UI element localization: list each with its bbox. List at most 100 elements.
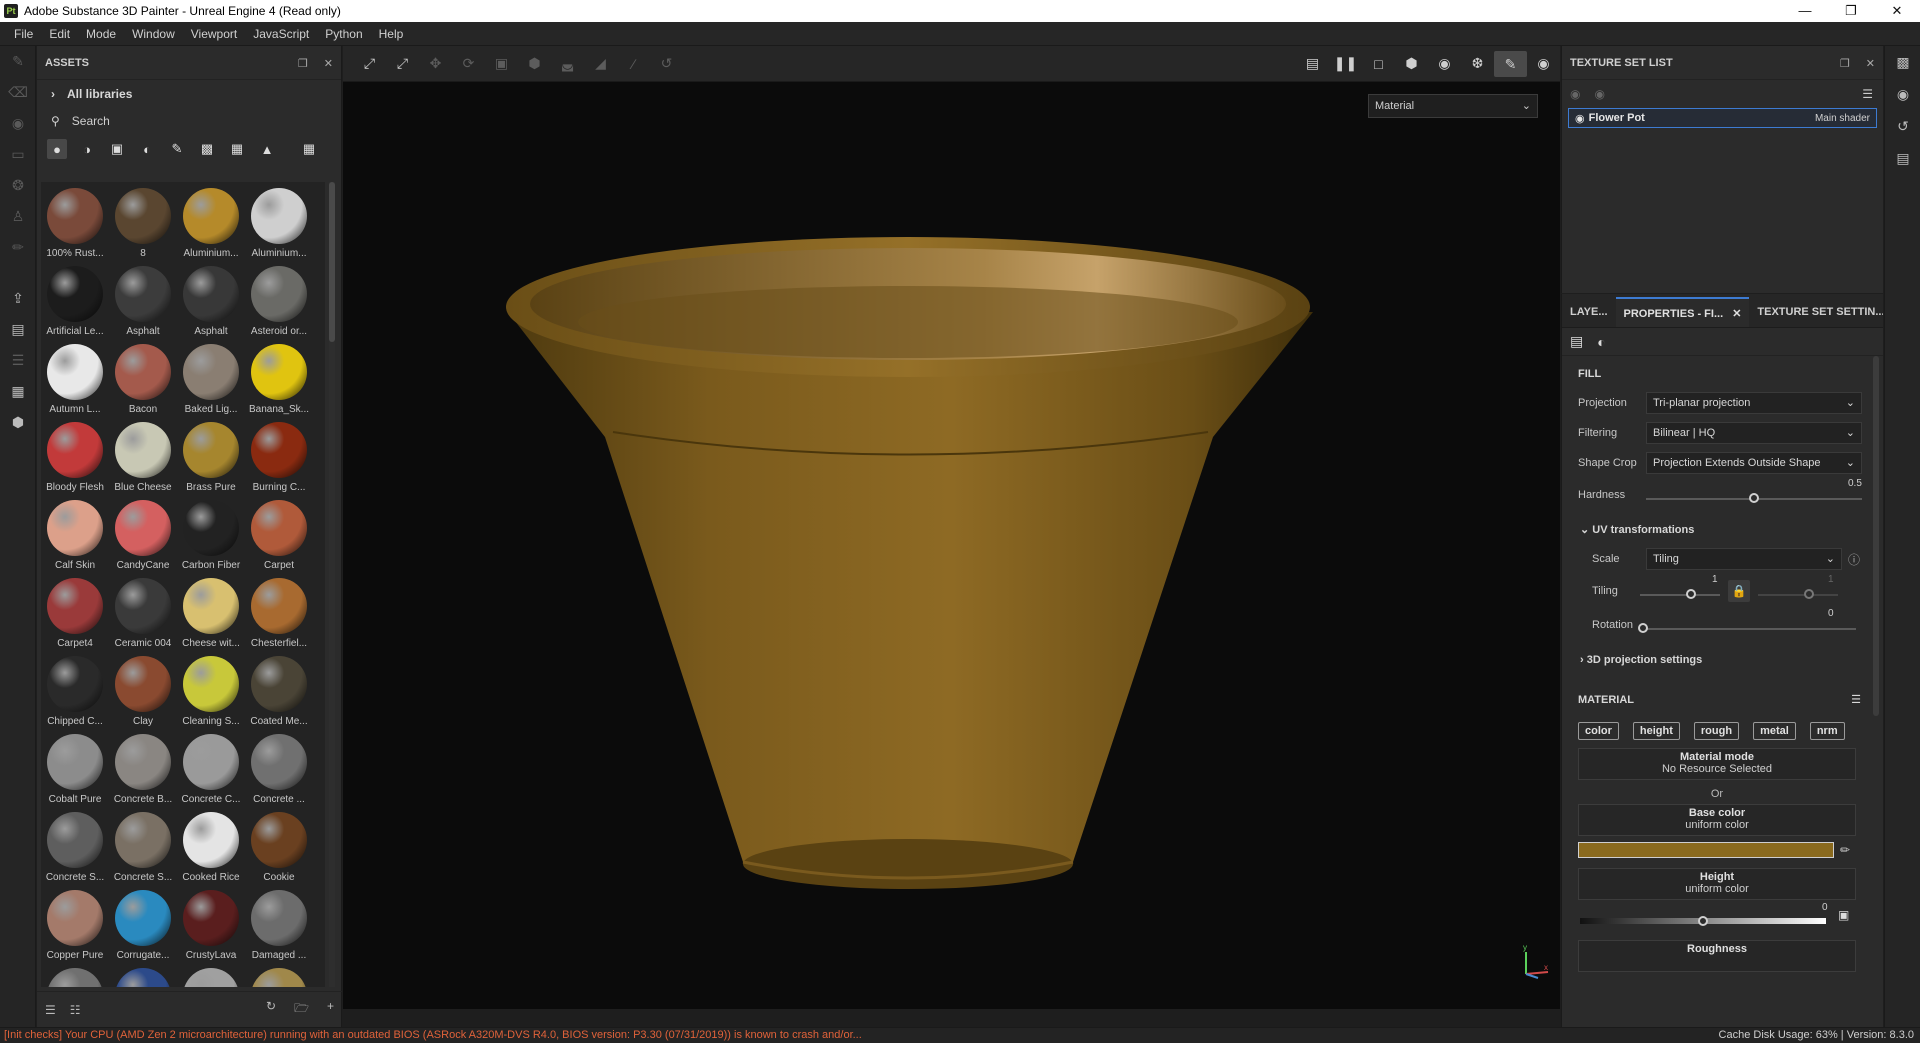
layers-icon[interactable]: ☰ [0, 345, 36, 376]
menu-mode[interactable]: Mode [86, 27, 116, 41]
asset-tile[interactable]: Autumn L... [41, 338, 109, 416]
status-message[interactable]: [Init checks] Your CPU (AMD Zen 2 microa… [4, 1029, 862, 1041]
alphas-filter-icon[interactable]: ▦ [227, 139, 247, 159]
tab-layers[interactable]: LAYE... [1562, 297, 1616, 327]
camera-icon[interactable]: ◉ [1428, 55, 1461, 72]
shape-crop-select[interactable]: Projection Extends Outside Shape ⌄ [1646, 452, 1862, 474]
asset-tile[interactable]: Carbon Fiber [177, 494, 245, 572]
channel-color[interactable]: color [1578, 722, 1619, 740]
library-selector[interactable]: › All libraries [37, 80, 341, 108]
asset-tile[interactable]: Baked Lig... [177, 338, 245, 416]
tiling-slider[interactable] [1640, 594, 1720, 596]
asset-tile[interactable]: Chipped C... [41, 650, 109, 728]
generators-filter-icon[interactable]: ◐ [137, 139, 157, 159]
tab-texture-set-settings[interactable]: TEXTURE SET SETTIN... [1749, 297, 1883, 327]
base-color-slot[interactable]: Base color uniform color [1578, 804, 1856, 836]
filtering-select[interactable]: Bilinear | HQ ⌄ [1646, 422, 1862, 444]
eye-hidden-icon[interactable]: ◉ [1570, 87, 1580, 101]
folder-icon[interactable]: 🗁 [294, 999, 309, 1020]
history-icon[interactable]: ↺ [1885, 110, 1920, 142]
asset-tile[interactable]: Chesterfiel... [245, 572, 313, 650]
visibility-icon[interactable]: ◉ [1575, 112, 1585, 125]
smart-materials-filter-icon[interactable]: ◑ [77, 139, 97, 159]
tab-properties[interactable]: PROPERTIES - FI... ✕ [1615, 297, 1750, 327]
asset-tile[interactable]: Blue Cheese [109, 416, 177, 494]
restore-icon[interactable]: ❐ [1828, 0, 1874, 22]
minimize-icon[interactable]: — [1782, 0, 1828, 22]
hardness-knob[interactable] [1749, 493, 1759, 503]
symmetry-icon[interactable]: ∕ [617, 56, 650, 72]
color-picker-tool-icon[interactable]: ✏ [0, 232, 36, 263]
asset-tile[interactable] [41, 962, 109, 987]
properties-scrollbar[interactable] [1873, 356, 1879, 716]
base-color-swatch[interactable] [1578, 842, 1834, 858]
eye-icon[interactable]: ◉ [1594, 87, 1604, 101]
smudge-tool-icon[interactable]: ❂ [0, 170, 36, 201]
rotate-icon[interactable]: ⟳ [452, 55, 485, 72]
material-properties-icon[interactable]: ◐ [1597, 334, 1605, 350]
asset-tile[interactable]: Cobalt Pure [41, 728, 109, 806]
eraser-tool-icon[interactable]: ⌫ [0, 77, 36, 108]
asset-tile[interactable]: Carpet4 [41, 572, 109, 650]
grid-view-icon[interactable]: ▦ [299, 139, 319, 159]
log-icon[interactable]: ▤ [1885, 142, 1920, 174]
texture-set-item[interactable]: ◉ Flower Pot Main shader [1568, 108, 1877, 128]
screenshot-icon[interactable]: ◉ [1527, 55, 1560, 72]
asset-tile[interactable]: Brass Pure [177, 416, 245, 494]
asset-tile[interactable]: 100% Rust... [41, 182, 109, 260]
object-icon[interactable]: ⬢ [518, 55, 551, 72]
asset-tile[interactable] [109, 962, 177, 987]
scale-select[interactable]: Tiling ⌄ [1646, 548, 1842, 570]
textures-filter-icon[interactable]: ▩ [197, 139, 217, 159]
asset-tile[interactable]: Concrete S... [109, 806, 177, 884]
menu-python[interactable]: Python [325, 27, 362, 41]
asset-tile[interactable]: Concrete B... [109, 728, 177, 806]
reset-icon[interactable]: ↺ [650, 55, 683, 72]
menu-window[interactable]: Window [132, 27, 175, 41]
asset-tile[interactable]: Cheese wit... [177, 572, 245, 650]
menu-help[interactable]: Help [379, 27, 404, 41]
brushes-filter-icon[interactable]: ✎ [167, 139, 187, 159]
mirror-x-icon[interactable]: ◛ [551, 55, 584, 72]
cube-icon[interactable]: ⬢ [0, 407, 36, 438]
materials-filter-icon[interactable]: ● [47, 139, 67, 159]
assets-scrollbar[interactable] [329, 182, 335, 987]
eyedropper-icon[interactable]: ✏ [1840, 843, 1850, 857]
projection-tool-icon[interactable]: ◉ [0, 108, 36, 139]
asset-tile[interactable]: Aluminium... [177, 182, 245, 260]
asset-tile[interactable]: Calf Skin [41, 494, 109, 572]
channel-metal[interactable]: metal [1753, 722, 1796, 740]
asset-tile[interactable]: Asphalt [109, 260, 177, 338]
move-icon[interactable]: ✥ [419, 55, 452, 72]
asset-tile[interactable]: Copper Pure [41, 884, 109, 962]
mirror-y-icon[interactable]: ◢ [584, 55, 617, 72]
channel-rough[interactable]: rough [1693, 722, 1740, 740]
asset-tile[interactable]: Burning C... [245, 416, 313, 494]
rotation-slider[interactable] [1640, 628, 1856, 630]
paint-brush-tool-icon[interactable]: ✎ [0, 46, 36, 77]
tiling-knob-2[interactable] [1804, 589, 1814, 599]
view-3d-icon[interactable]: ⬢ [1395, 55, 1428, 72]
close-icon[interactable]: ✕ [1874, 0, 1920, 22]
brush-presets-icon[interactable]: ❆ [1461, 55, 1494, 72]
close-tab-icon[interactable]: ✕ [1732, 308, 1741, 320]
undock-icon[interactable]: ❐ [1840, 57, 1850, 70]
channel-height[interactable]: height [1632, 722, 1680, 740]
fill-properties-icon[interactable]: ▤ [1570, 333, 1583, 350]
asset-tile[interactable]: Artificial Le... [41, 260, 109, 338]
height-slot[interactable]: Height uniform color [1578, 868, 1856, 900]
export-icon[interactable]: ⇪ [0, 283, 36, 314]
asset-tile[interactable]: Carpet [245, 494, 313, 572]
asset-tile[interactable]: Corrugate... [109, 884, 177, 962]
menu-viewport[interactable]: Viewport [191, 27, 237, 41]
menu-javascript[interactable]: JavaScript [253, 27, 309, 41]
reset-height-icon[interactable]: ▣ [1838, 908, 1849, 922]
paint-mode-icon[interactable]: ✎ [1494, 50, 1527, 77]
channel-nrm[interactable]: nrm [1809, 722, 1845, 740]
clone-tool-icon[interactable]: ♙ [0, 201, 36, 232]
projection-select[interactable]: Tri-planar projection ⌄ [1646, 392, 1862, 414]
close-panel-icon[interactable]: ✕ [1866, 57, 1875, 70]
refresh-icon[interactable]: ↻ [266, 999, 276, 1020]
menu-file[interactable]: File [14, 27, 33, 41]
lock-icon[interactable]: 🔒 [1728, 580, 1750, 602]
